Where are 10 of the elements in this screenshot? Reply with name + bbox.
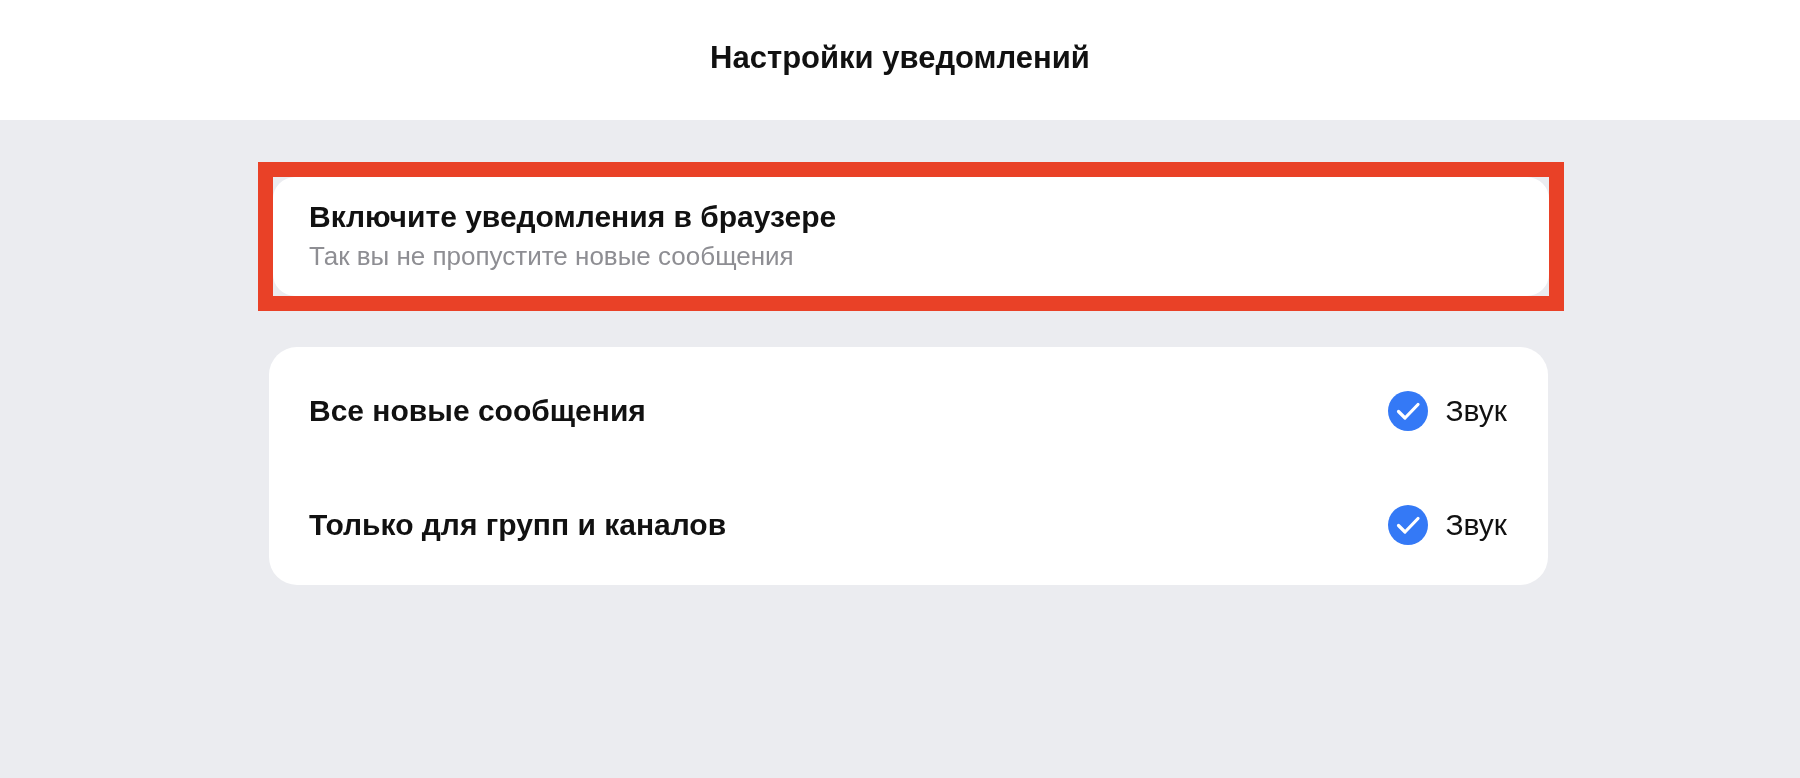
banner-title: Включите уведомления в браузере <box>309 199 838 235</box>
setting-label: Все новые сообщения <box>309 393 646 429</box>
checkbox[interactable] <box>1388 391 1429 431</box>
banner-subtitle: Так вы не пропустите новые сообщения <box>309 240 795 273</box>
checkbox[interactable] <box>1388 505 1429 545</box>
sound-label: Звук <box>1445 507 1507 543</box>
sound-label: Звук <box>1445 393 1507 429</box>
setting-label: Только для групп и каналов <box>309 507 727 543</box>
enable-notifications-banner[interactable]: Включите уведомления в браузере Так вы не пропустите новые сообщения <box>273 177 1549 296</box>
page-title: Настройки уведомлений <box>710 39 1090 77</box>
